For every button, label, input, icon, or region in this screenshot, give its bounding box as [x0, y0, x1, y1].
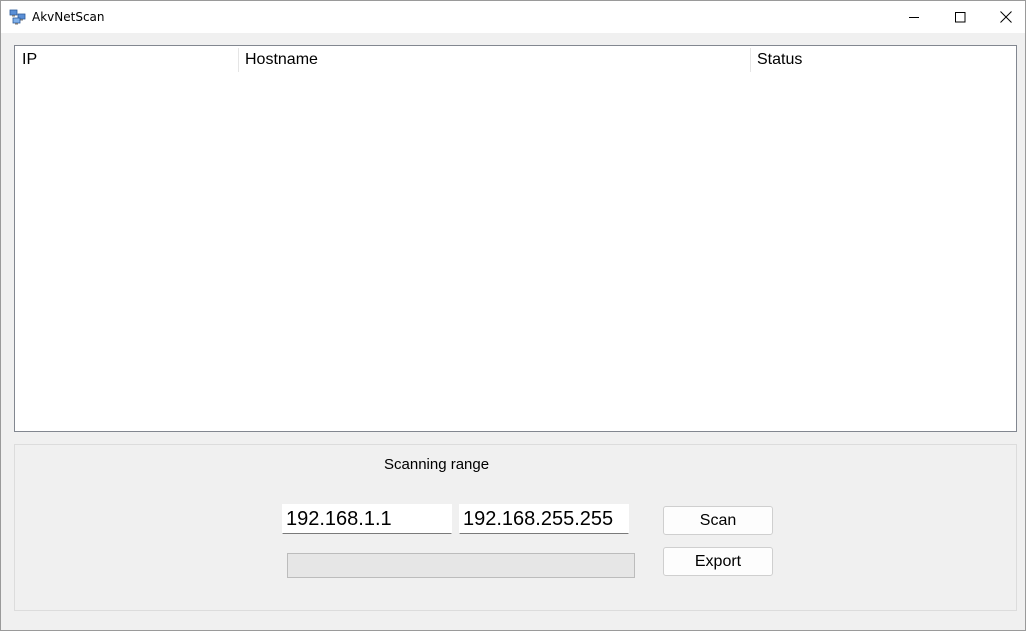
network-computers-icon [9, 8, 27, 26]
scan-button[interactable]: Scan [663, 506, 773, 535]
column-header-status[interactable]: Status [750, 46, 1016, 74]
scanning-range-label: Scanning range [384, 456, 490, 473]
close-icon [1000, 11, 1012, 23]
window-title: AkvNetScan [32, 10, 105, 24]
list-header: IP Hostname Status [15, 46, 1016, 74]
close-button[interactable] [983, 1, 1026, 33]
scan-controls-panel: Scanning range Scan Export [14, 444, 1017, 611]
title-bar[interactable]: AkvNetScan [1, 1, 1025, 33]
results-list[interactable]: IP Hostname Status [14, 45, 1017, 432]
scan-progress-bar [287, 553, 635, 578]
export-button[interactable]: Export [663, 547, 773, 576]
column-header-ip[interactable]: IP [15, 46, 238, 74]
column-header-hostname[interactable]: Hostname [238, 46, 750, 74]
start-ip-input[interactable] [282, 504, 452, 534]
minimize-icon [908, 12, 920, 23]
maximize-icon [954, 11, 966, 23]
minimize-button[interactable] [891, 1, 937, 33]
maximize-button[interactable] [937, 1, 983, 33]
end-ip-input[interactable] [459, 504, 629, 534]
